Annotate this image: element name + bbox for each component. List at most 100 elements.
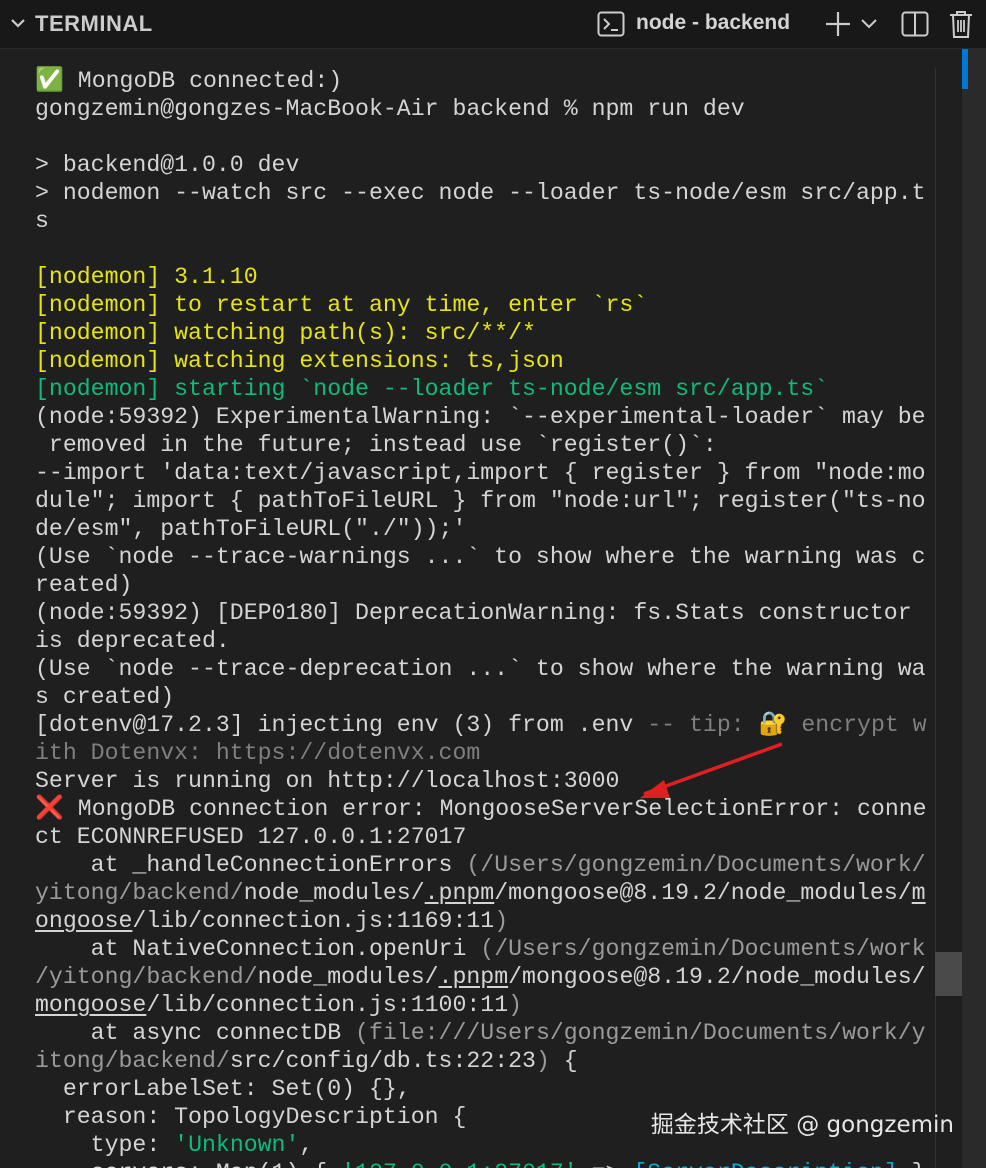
active-terminal-name[interactable]: node - backend (636, 11, 790, 35)
terminal-line: ❌ MongoDB connection error: MongooseServ… (35, 795, 940, 823)
terminal-output-area[interactable]: ✅ MongoDB connected:) gongzemin@gongzes-M… (0, 49, 962, 1168)
terminal-text-segment: MongoDB connected:) (63, 68, 343, 94)
panel-title[interactable]: TERMINAL (35, 11, 153, 37)
plus-icon[interactable] (824, 10, 852, 38)
terminal-text-segment: s created) (35, 684, 175, 710)
terminal-text-segment: .pnpm (424, 880, 495, 906)
terminal-text-segment: /mongoose@8.19.2/node_modules/ (508, 964, 926, 990)
terminal-text-segment: reated) (35, 572, 133, 598)
status-emoji-icon: ❌ (35, 796, 64, 822)
terminal-text-segment: /lib/connection.js:1169:11 (132, 908, 495, 934)
split-terminal-icon[interactable] (901, 11, 929, 37)
terminal-line: (node:59392) [DEP0180] DeprecationWarnin… (35, 599, 940, 627)
terminal-text-segment: /mongoose@8.19.2/node_modules/ (494, 880, 912, 906)
trash-icon[interactable] (948, 9, 974, 39)
terminal-text-segment: ) (535, 1048, 550, 1074)
terminal-line: ✅ MongoDB connected:) (35, 67, 940, 95)
terminal-text-segment: 'Unknown' (174, 1132, 300, 1158)
terminal-line: itong/backend/src/config/db.ts:22:23) { (35, 1047, 940, 1075)
scrollbar-track[interactable] (935, 68, 963, 1168)
terminal-line: at NativeConnection.openUri (/Users/gong… (35, 935, 940, 963)
scrollbar-thumb[interactable] (935, 952, 962, 996)
terminal-text-segment: }, (898, 1160, 940, 1168)
terminal-line: reated) (35, 571, 940, 599)
terminal-text-segment: '127.0.0.1:27017' (341, 1160, 578, 1168)
terminal-text-segment: ongoose (35, 908, 133, 934)
terminal-text-segment: de/esm", pathToFileURL("./"));' (35, 516, 467, 542)
terminal-text-segment: node_modules/ (257, 964, 439, 990)
terminal-line: (Use `node --trace-deprecation ...` to s… (35, 655, 940, 683)
terminal-line: [nodemon] watching path(s): src/**/* (35, 319, 940, 347)
terminal-text-segment: itong/backend/ (35, 1048, 230, 1074)
terminal-line: (Use `node --trace-warnings ...` to show… (35, 543, 940, 571)
terminal-line: at _handleConnectionErrors (/Users/gongz… (35, 851, 940, 879)
terminal-line: ongoose/lib/connection.js:1169:11) (35, 907, 940, 935)
terminal-text-segment: m (911, 880, 926, 906)
terminal-text-segment: ) (494, 908, 509, 934)
terminal-text-segment: /yitong/backend/ (35, 964, 258, 990)
terminal-text-segment: is deprecated. (35, 628, 230, 654)
terminal-line: Server is running on http://localhost:30… (35, 767, 940, 795)
terminal-text-segment: Server is running on http://localhost:30… (35, 768, 620, 794)
terminal-line: at async connectDB (file:///Users/gongze… (35, 1019, 940, 1047)
terminal-line: [nodemon] starting `node --loader ts-nod… (35, 375, 940, 403)
terminal-line: [nodemon] to restart at any time, enter … (35, 291, 940, 319)
terminal-text-segment: errorLabelSet: Set(0) {}, (35, 1076, 411, 1102)
chevron-down-icon[interactable] (860, 17, 878, 31)
terminal-line: [nodemon] 3.1.10 (35, 263, 940, 291)
terminal-line: --import 'data:text/javascript,import { … (35, 459, 940, 487)
terminal-text-segment: => (578, 1160, 634, 1168)
terminal-text-segment: src/config/db.ts:22:23 (229, 1048, 536, 1074)
terminal-text-segment: (Use `node --trace-deprecation ...` to s… (35, 656, 926, 682)
terminal-text-segment: [nodemon] watching path(s): src/**/* (35, 320, 536, 346)
watermark: 掘金技术社区 @ gongzemin (650, 1112, 954, 1138)
chevron-down-icon[interactable] (10, 15, 26, 31)
terminal-text-segment: at async connectDB (35, 1020, 356, 1046)
terminal-text-segment: (file:///Users/gongzemin/Documents/work/… (355, 1020, 926, 1046)
terminal-line: mongoose/lib/connection.js:1100:11) (35, 991, 940, 1019)
terminal-line: dule"; import { pathToFileURL } from "no… (35, 487, 940, 515)
terminal-text-segment: removed in the future; instead use `regi… (35, 432, 717, 458)
terminal-text-segment: /lib/connection.js:1100:11 (146, 992, 509, 1018)
terminal-line: errorLabelSet: Set(0) {}, (35, 1075, 940, 1103)
terminal-line: (node:59392) ExperimentalWarning: `--exp… (35, 403, 940, 431)
editor-overview-strip (962, 49, 986, 1168)
terminal-line: ith Dotenvx: https://dotenvx.com (35, 739, 940, 767)
terminal-line: s created) (35, 683, 940, 711)
terminal-text-segment: [ServerDescription] (633, 1160, 897, 1168)
terminal-text[interactable]: ✅ MongoDB connected:) gongzemin@gongzes-M… (35, 67, 940, 1168)
terminal-text-segment: ct ECONNREFUSED 127.0.0.1:27017 (35, 824, 467, 850)
terminal-line: > backend@1.0.0 dev (35, 151, 940, 179)
terminal-line: /yitong/backend/node_modules/.pnpm/mongo… (35, 963, 940, 991)
terminal-text-segment: mongoose (35, 992, 147, 1018)
terminal-text-segment: [nodemon] 3.1.10 (35, 264, 258, 290)
terminal-text-segment: (node:59392) ExperimentalWarning: `--exp… (35, 404, 926, 430)
terminal-text-segment: (/Users/gongzemin/Documents/work (480, 936, 926, 962)
terminal-text-segment: [nodemon] to restart at any time, enter … (35, 292, 648, 318)
terminal-line: [dotenv@17.2.3] injecting env (3) from .… (35, 711, 940, 739)
terminal-text-segment: type: (35, 1132, 175, 1158)
terminal-text-segment: at _handleConnectionErrors (35, 852, 467, 878)
terminal-text-segment: yitong/backend/ (35, 880, 244, 906)
terminal-line: s (35, 207, 940, 235)
terminal-line: ct ECONNREFUSED 127.0.0.1:27017 (35, 823, 940, 851)
terminal-line: [nodemon] watching extensions: ts,json (35, 347, 940, 375)
terminal-text-segment: [dotenv@17.2.3] injecting env (3) from .… (35, 712, 648, 738)
terminal-text-segment: servers: Map(1) { (35, 1160, 341, 1168)
terminal-panel-header: TERMINAL node - backend (0, 0, 986, 49)
terminal-text-segment: node_modules/ (243, 880, 425, 906)
terminal-text-segment: dule"; import { pathToFileURL } from "no… (35, 488, 926, 514)
terminal-shell-icon (597, 11, 625, 37)
annotation-arrow-icon (640, 742, 783, 798)
terminal-line: removed in the future; instead use `regi… (35, 431, 940, 459)
terminal-text-segment: [nodemon] watching extensions: ts,json (35, 348, 564, 374)
terminal-line: yitong/backend/node_modules/.pnpm/mongoo… (35, 879, 940, 907)
terminal-text-segment: (Use `node --trace-warnings ...` to show… (35, 544, 926, 570)
status-emoji-icon: ✅ (35, 68, 64, 94)
terminal-text-segment: at NativeConnection.openUri (35, 936, 481, 962)
terminal-text-segment: s (35, 208, 49, 234)
overview-marker (962, 49, 968, 89)
terminal-line: > nodemon --watch src --exec node --load… (35, 179, 940, 207)
